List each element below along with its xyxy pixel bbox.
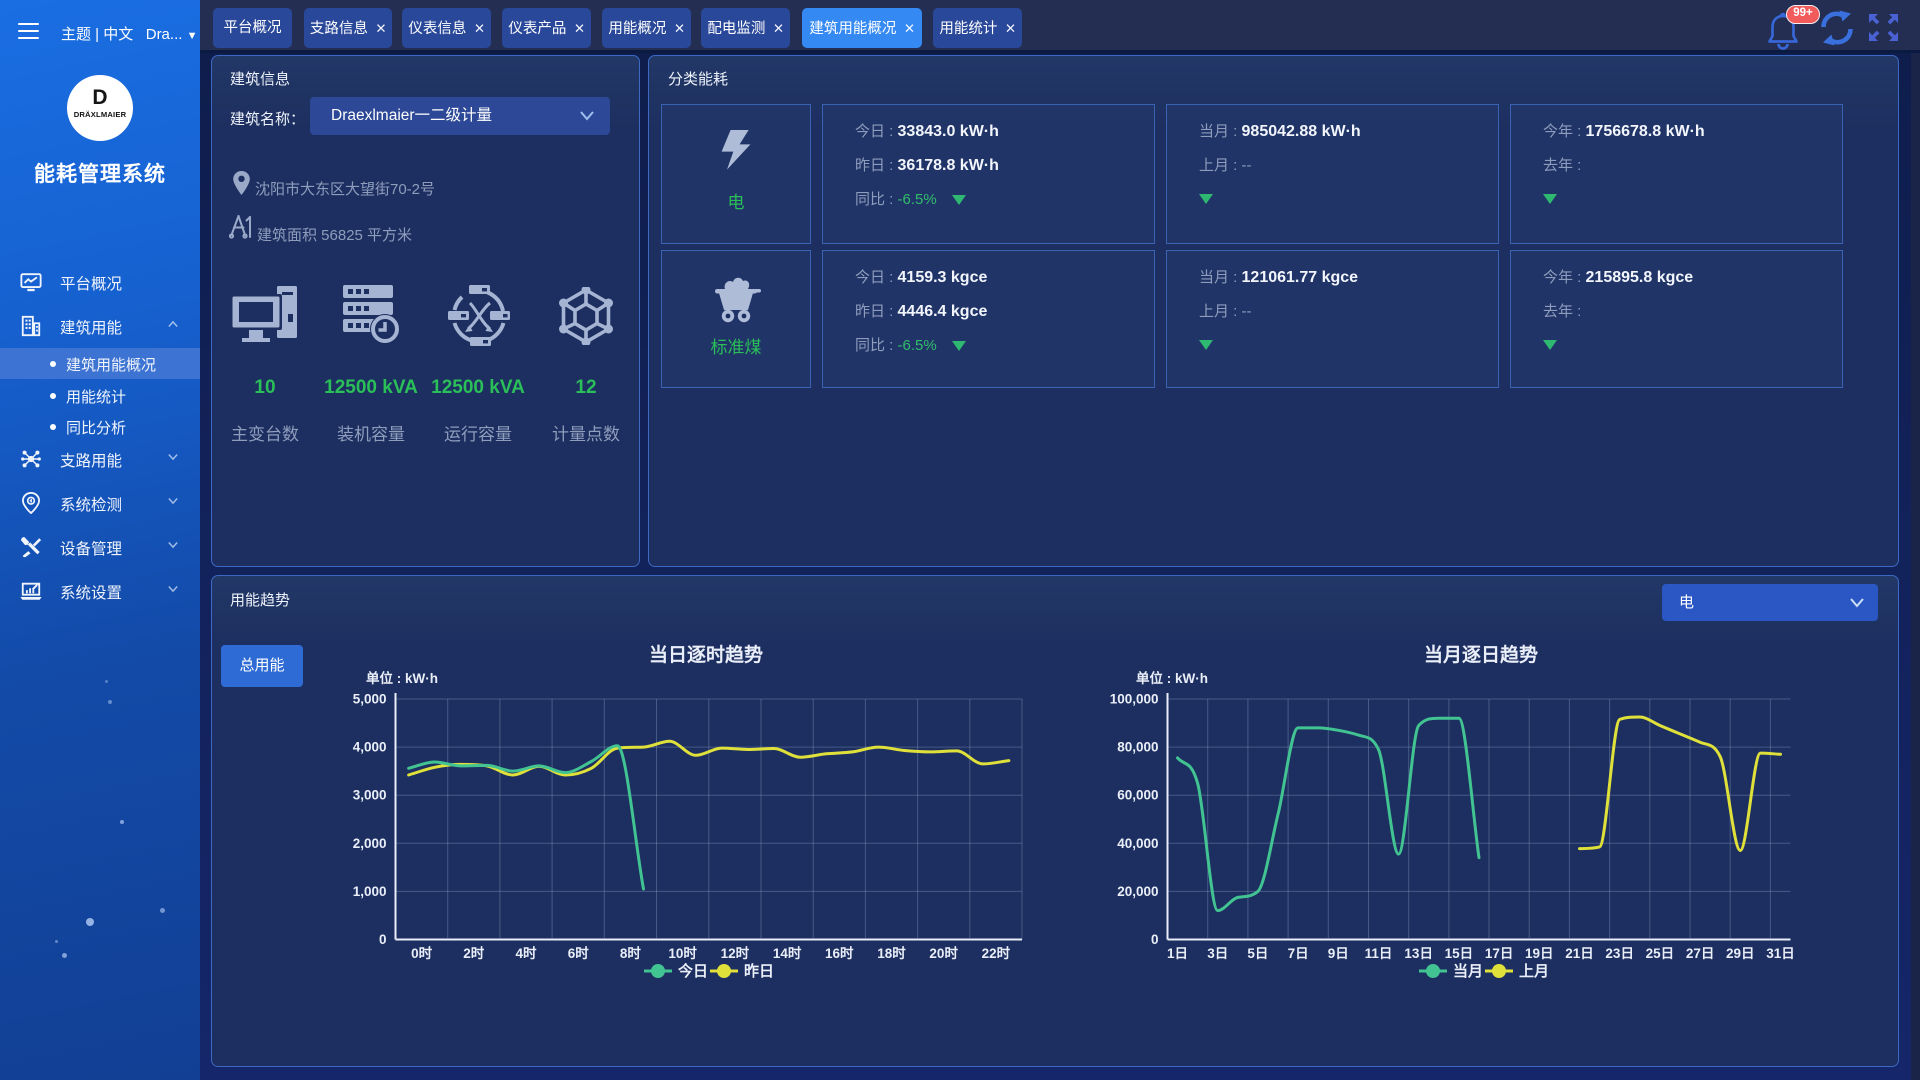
svg-text:17日: 17日: [1485, 946, 1514, 961]
svg-text:15日: 15日: [1445, 946, 1474, 961]
svg-text:6时: 6时: [568, 945, 590, 961]
svg-text:3,000: 3,000: [353, 788, 387, 803]
svg-text:3日: 3日: [1207, 946, 1228, 961]
svg-text:27日: 27日: [1686, 946, 1715, 961]
svg-text:18时: 18时: [877, 945, 906, 961]
svg-text:8时: 8时: [620, 945, 642, 961]
svg-text:14时: 14时: [773, 945, 802, 961]
svg-text:40,000: 40,000: [1117, 836, 1158, 851]
svg-text:7日: 7日: [1288, 946, 1309, 961]
svg-text:21日: 21日: [1565, 946, 1594, 961]
svg-text:4,000: 4,000: [353, 740, 387, 755]
svg-text:22时: 22时: [982, 945, 1011, 961]
svg-text:20,000: 20,000: [1117, 884, 1158, 899]
svg-text:29日: 29日: [1726, 946, 1755, 961]
svg-text:上月: 上月: [1519, 963, 1549, 980]
svg-text:13日: 13日: [1404, 946, 1433, 961]
svg-text:25日: 25日: [1646, 946, 1675, 961]
svg-text:11日: 11日: [1365, 946, 1393, 961]
svg-text:19日: 19日: [1525, 946, 1554, 961]
svg-text:5日: 5日: [1247, 946, 1268, 961]
svg-text:20时: 20时: [929, 945, 958, 961]
svg-text:单位 : kW·h: 单位 : kW·h: [366, 670, 438, 686]
svg-text:100,000: 100,000: [1110, 692, 1159, 707]
svg-text:昨日: 昨日: [744, 962, 774, 980]
svg-text:当日逐时趋势: 当日逐时趋势: [649, 643, 763, 666]
svg-text:4时: 4时: [515, 945, 537, 961]
svg-text:9日: 9日: [1328, 946, 1349, 961]
svg-text:5,000: 5,000: [353, 692, 387, 707]
svg-text:16时: 16时: [825, 945, 854, 961]
svg-text:10时: 10时: [668, 945, 697, 961]
svg-text:1,000: 1,000: [353, 884, 387, 899]
svg-text:0: 0: [379, 932, 387, 947]
svg-text:当月逐日趋势: 当月逐日趋势: [1424, 643, 1538, 666]
svg-text:0时: 0时: [411, 945, 433, 961]
svg-text:1日: 1日: [1167, 946, 1188, 961]
svg-text:2时: 2时: [463, 945, 485, 961]
svg-text:80,000: 80,000: [1117, 740, 1158, 755]
svg-text:31日: 31日: [1766, 946, 1795, 961]
svg-text:60,000: 60,000: [1117, 788, 1158, 803]
svg-text:当月: 当月: [1453, 962, 1483, 980]
svg-text:单位 : kW·h: 单位 : kW·h: [1136, 670, 1208, 686]
svg-text:今日: 今日: [677, 962, 708, 980]
svg-text:0: 0: [1151, 932, 1159, 947]
svg-text:2,000: 2,000: [353, 836, 387, 851]
svg-text:23日: 23日: [1605, 946, 1634, 961]
svg-text:12时: 12时: [721, 945, 750, 961]
